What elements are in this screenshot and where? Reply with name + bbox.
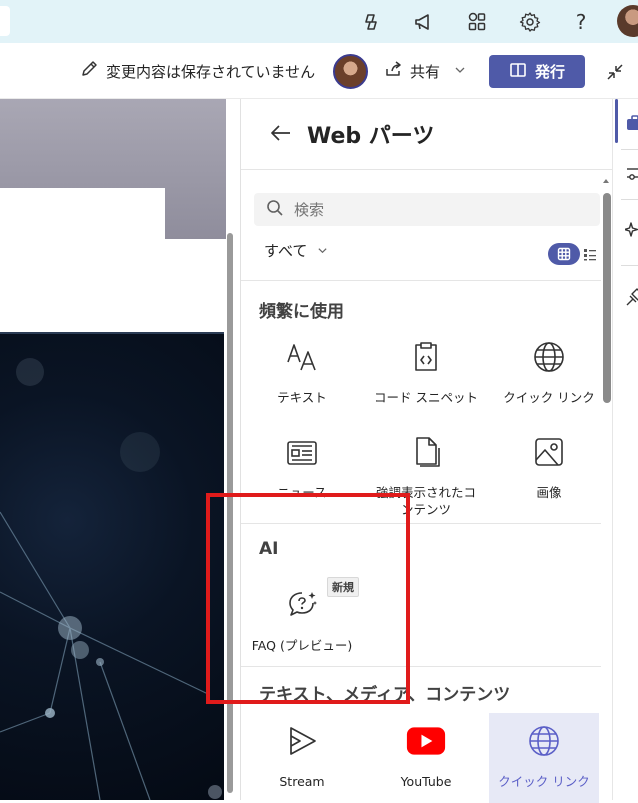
webpart-code-snippet[interactable]: コード スニペット [371, 337, 481, 406]
left-tab-chip[interactable] [0, 6, 10, 36]
rail-divider [621, 265, 638, 266]
rail-active-indicator [615, 99, 618, 143]
megaphone-icon[interactable] [409, 7, 439, 37]
webpart-image[interactable]: 画像 [494, 432, 604, 501]
panel-scrollbar[interactable] [603, 193, 611, 403]
chevron-down-icon [454, 62, 466, 80]
share-label: 共有 [410, 62, 441, 81]
webpart-label: クイック リンク [498, 774, 590, 789]
code-snippet-icon [406, 337, 446, 377]
canvas-section-handle[interactable] [208, 785, 222, 799]
network-graphic [0, 358, 209, 800]
share-icon [384, 60, 402, 82]
webpart-label: テキスト [277, 390, 327, 405]
share-button[interactable]: 共有 [384, 57, 466, 85]
save-status: 変更内容は保存されていません [80, 57, 315, 85]
chevron-down-icon [317, 242, 328, 260]
globe-icon [529, 337, 569, 377]
webpart-label: クイック リンク [503, 390, 595, 405]
sparkle-icon[interactable] [625, 221, 638, 241]
help-icon[interactable]: ? [566, 7, 596, 37]
app-top-bar: ? [0, 0, 638, 43]
publish-label: 発行 [534, 63, 565, 81]
copilot-icon[interactable] [356, 7, 386, 37]
stream-icon [282, 721, 322, 761]
search-box[interactable] [254, 193, 600, 226]
user-avatar[interactable] [617, 5, 638, 37]
list-view-icon[interactable] [580, 243, 600, 265]
image-icon [529, 432, 569, 472]
book-icon [509, 61, 527, 83]
editor-avatar[interactable] [333, 54, 368, 89]
document-icon [406, 432, 446, 472]
filter-dropdown[interactable]: すべて [264, 240, 328, 261]
back-arrow-icon[interactable] [267, 119, 295, 147]
webpart-news[interactable]: ニュース [247, 432, 357, 501]
rail-divider [621, 149, 638, 150]
search-input[interactable] [294, 200, 574, 219]
gear-icon[interactable] [515, 7, 545, 37]
webpart-label: コード スニペット [374, 390, 478, 405]
section-divider [241, 280, 601, 281]
webpart-label: Stream [279, 774, 325, 789]
webpart-quick-links[interactable]: クイック リンク [494, 337, 604, 406]
webpart-stream[interactable]: Stream [247, 721, 357, 790]
rail-divider [621, 199, 638, 200]
pin-icon[interactable] [625, 287, 638, 307]
youtube-icon [406, 721, 446, 761]
pencil-icon [80, 60, 98, 82]
highlight-annotation-box [206, 493, 410, 704]
page-canvas[interactable] [0, 99, 226, 800]
sliders-icon[interactable] [625, 163, 638, 183]
scroll-up-arrow-icon[interactable] [602, 177, 610, 185]
collapse-icon[interactable] [602, 59, 628, 85]
search-icon [266, 199, 284, 221]
webpart-youtube[interactable]: YouTube [371, 721, 481, 790]
grid-view-icon[interactable] [548, 243, 580, 265]
text-icon [282, 337, 322, 377]
save-status-text: 変更内容は保存されていません [106, 62, 316, 81]
globe-icon [524, 721, 564, 761]
hero-white-card [0, 188, 165, 239]
news-icon [282, 432, 322, 472]
panel-title: Web パーツ [307, 124, 435, 149]
webpart-label: 画像 [536, 485, 562, 500]
filter-label: すべて [264, 242, 308, 260]
command-bar: 変更内容は保存されていません 共有 発行 [0, 43, 638, 99]
apps-icon[interactable] [462, 7, 492, 37]
webpart-quick-links-selected[interactable]: クイック リンク [489, 713, 599, 803]
view-toggle[interactable] [548, 243, 600, 265]
right-rail [612, 99, 638, 800]
toolbox-icon[interactable] [625, 113, 638, 133]
webpart-label: YouTube [400, 774, 452, 789]
panel-header: Web パーツ [241, 99, 613, 170]
webpart-text[interactable]: テキスト [247, 337, 357, 406]
publish-button[interactable]: 発行 [489, 55, 585, 88]
section-title-frequent: 頻繁に使用 [259, 302, 344, 322]
